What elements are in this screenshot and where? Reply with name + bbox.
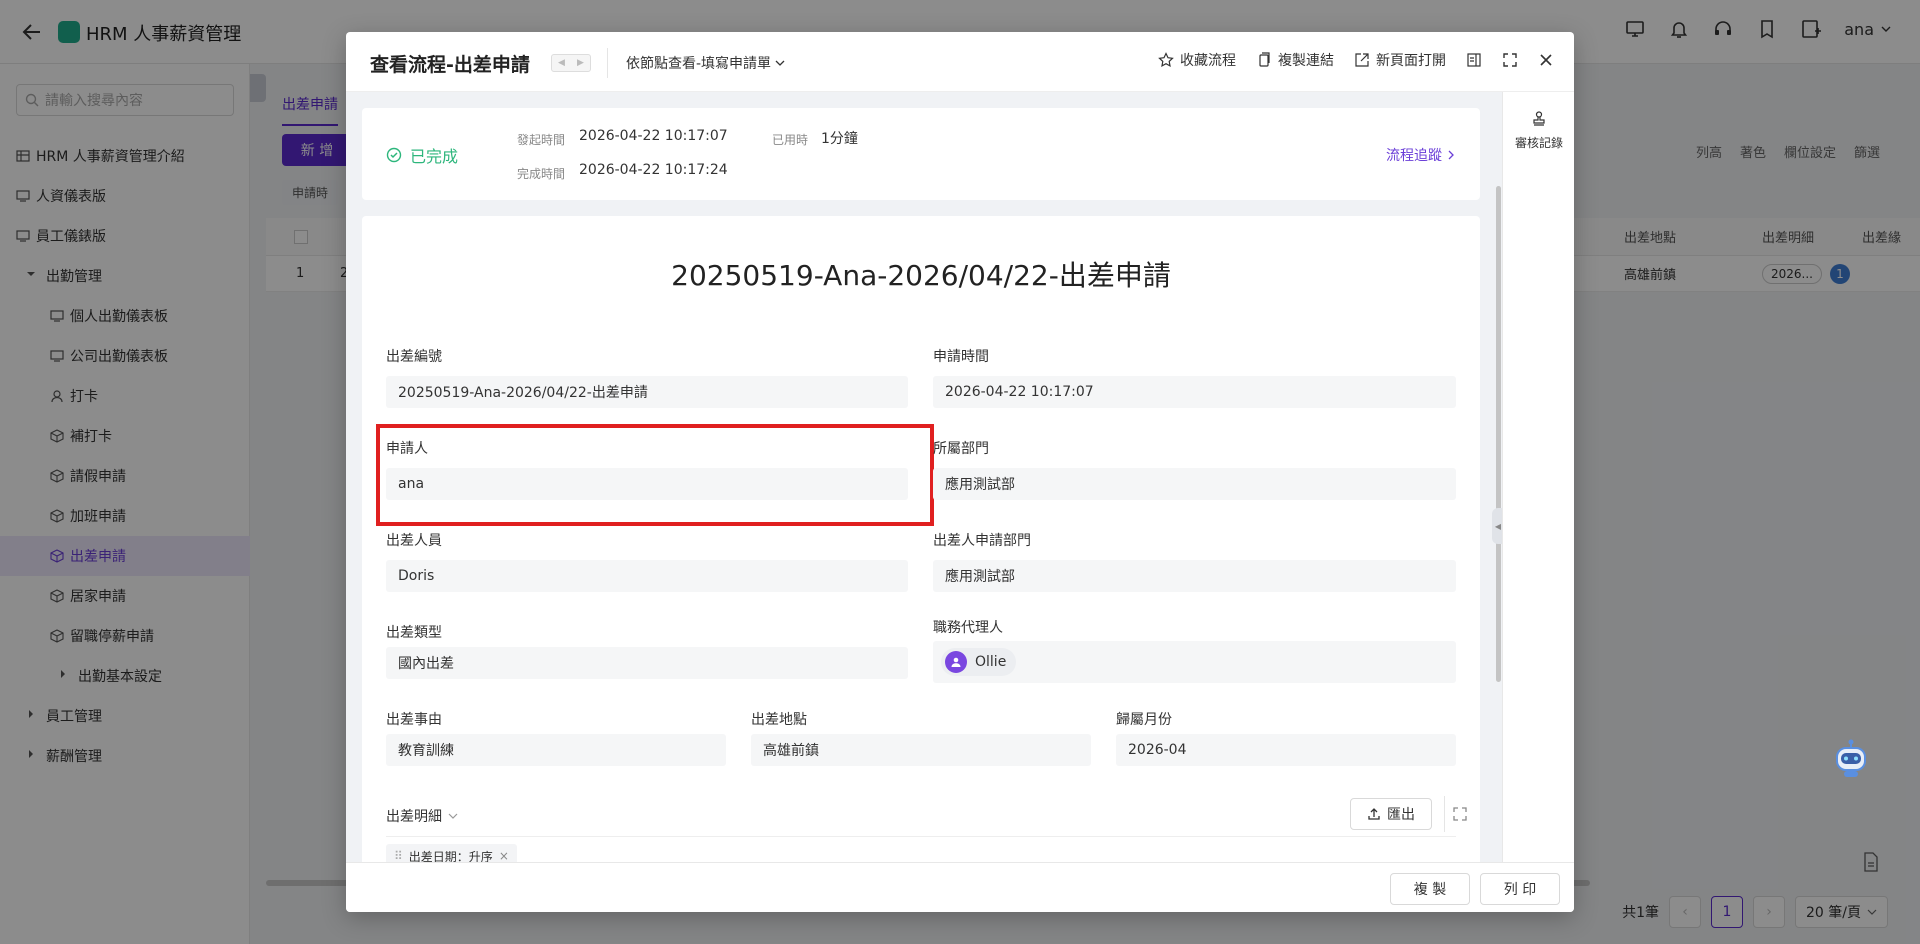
modal-header: 查看流程-出差申請 ◀ ▶ 依節點查看-填寫申請單 收藏流程 複製連結 新頁面打… [346,32,1574,92]
copy-button[interactable]: 複 製 [1390,873,1470,905]
favorite-button[interactable]: 收藏流程 [1158,50,1236,70]
dept-label: 所屬部門 [933,441,989,457]
check-circle-icon [386,147,402,163]
trip-no-field[interactable]: 20250519-Ana-2026/04/22-出差申請 [386,376,908,408]
location-field[interactable]: 高雄前鎮 [751,734,1091,766]
start-time-value: 2026-04-22 10:17:07 [579,128,728,144]
side-panel-toggle[interactable]: ◀ [1492,508,1502,544]
trace-label: 流程追蹤 [1386,148,1442,164]
agent-label: 職務代理人 [933,620,1003,636]
modal-title: 查看流程-出差申請 [370,54,530,76]
open-new-label: 新頁面打開 [1376,53,1446,69]
location-label: 出差地點 [751,712,807,728]
sort-chip-label: 出差日期：升序 [408,849,493,863]
process-view-modal: 查看流程-出差申請 ◀ ▶ 依節點查看-填寫申請單 收藏流程 複製連結 新頁面打… [346,32,1574,912]
export-label: 匯出 [1387,807,1415,823]
stamp-icon [1531,110,1547,126]
view-mode-dropdown[interactable]: 依節點查看-填寫申請單 [626,53,785,73]
start-time-label: 發起時間 [517,133,566,147]
traveler-dept-label: 出差人申請部門 [933,533,1031,549]
applicant-field[interactable]: ana [386,468,908,500]
view-mode-label: 依節點查看-填寫申請單 [626,56,772,72]
open-external-icon [1354,52,1370,68]
traveler-dept-field[interactable]: 應用測試部 [933,560,1456,592]
status-text: 已完成 [410,147,459,166]
fullscreen-icon[interactable] [1502,52,1518,68]
export-button[interactable]: 匯出 [1350,798,1432,830]
drag-handle-icon[interactable]: ⠿ [394,849,403,862]
vertical-scrollbar[interactable] [1496,186,1501,682]
divider [607,48,608,78]
agent-chip: Ollie [941,648,1017,676]
agent-field[interactable]: Ollie [933,641,1456,683]
end-time-label: 完成時間 [517,167,566,181]
trip-no-label: 出差編號 [386,349,442,365]
detail-section-toggle[interactable]: 出差明細 [386,806,458,826]
divider [386,836,1456,837]
copy-icon [1256,52,1272,68]
traveler-field[interactable]: Doris [386,560,908,592]
print-button[interactable]: 列 印 [1480,873,1560,905]
end-time-value: 2026-04-22 10:17:24 [579,162,728,178]
favorite-label: 收藏流程 [1180,53,1236,69]
trip-type-field[interactable]: 國內出差 [386,647,908,679]
expand-icon[interactable] [1452,806,1468,822]
elapsed-value: 1分鐘 [821,131,858,147]
modal-footer: 複 製 列 印 [346,862,1574,912]
apply-time-label: 申請時間 [933,349,989,365]
audit-log-label: 審核記錄 [1514,136,1563,150]
audit-log-button[interactable]: 審核記錄 [1503,110,1574,151]
month-field[interactable]: 2026-04 [1116,734,1456,766]
reason-label: 出差事由 [386,712,442,728]
audit-side-panel: 審核記錄 [1502,92,1574,862]
application-form: 20250519-Ana-2026/04/22-出差申請 出差編號 202505… [362,216,1480,862]
detail-sort-chip[interactable]: ⠿ 出差日期：升序 × [386,844,517,862]
assistant-robot-icon[interactable] [1828,736,1874,782]
applicant-label: 申請人 [386,441,428,457]
close-icon[interactable]: × [499,849,509,862]
trip-type-label: 出差類型 [386,625,442,641]
reason-field[interactable]: 教育訓練 [386,734,726,766]
traveler-label: 出差人員 [386,533,442,549]
dept-field[interactable]: 應用測試部 [933,468,1456,500]
divider [1444,796,1445,832]
agent-name: Ollie [975,654,1007,670]
process-trace-link[interactable]: 流程追蹤 [1386,145,1456,165]
copy-link-button[interactable]: 複製連結 [1256,50,1334,70]
panel-toggle-icon[interactable] [1466,52,1482,68]
close-icon[interactable] [1538,52,1554,68]
status-badge: 已完成 [386,143,458,167]
record-navigator: ◀ ▶ [551,54,591,72]
upload-icon [1367,807,1381,821]
open-new-page-button[interactable]: 新頁面打開 [1354,50,1446,70]
status-card: 已完成 發起時間 2026-04-22 10:17:07 已用時 1分鐘 完成時… [362,108,1480,200]
detail-title: 出差明細 [386,809,442,825]
copy-link-label: 複製連結 [1278,53,1334,69]
next-record-button[interactable]: ▶ [571,55,590,71]
modal-body: 已完成 發起時間 2026-04-22 10:17:07 已用時 1分鐘 完成時… [346,92,1502,862]
avatar [945,651,967,673]
document-icon[interactable] [1862,852,1880,872]
month-label: 歸屬月份 [1116,712,1172,728]
document-title: 20250519-Ana-2026/04/22-出差申請 [671,259,1171,292]
star-icon [1158,52,1174,68]
prev-record-button[interactable]: ◀ [552,55,571,71]
elapsed-label: 已用時 [772,133,809,147]
apply-time-field[interactable]: 2026-04-22 10:17:07 [933,376,1456,408]
